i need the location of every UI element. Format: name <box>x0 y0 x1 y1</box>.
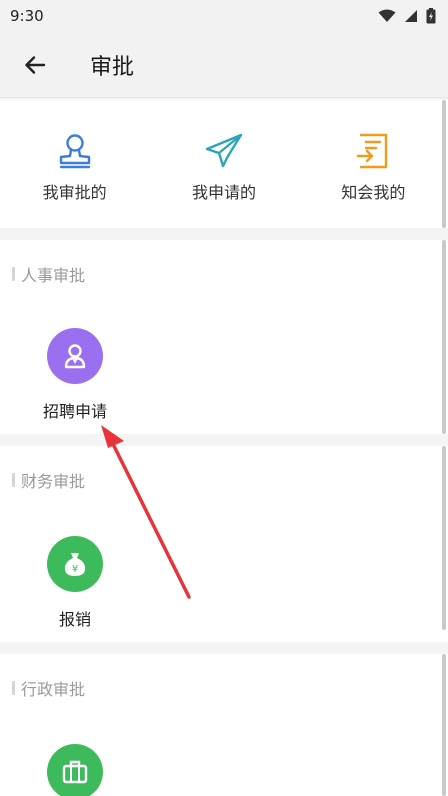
app-reimbursement[interactable]: ¥ 报销 <box>30 536 120 630</box>
quick-action-my-applications[interactable]: 我申请的 <box>149 125 298 203</box>
section-finance-approval: 财务审批 ¥ 报销 <box>0 446 448 642</box>
quick-actions-card: 我审批的 我申请的 知会我的 <box>0 100 448 228</box>
section-marker <box>12 681 15 695</box>
app-label: 报销 <box>58 610 91 629</box>
back-arrow-icon <box>25 55 46 74</box>
app-icon-circle <box>47 328 103 384</box>
scrollbar <box>442 446 446 630</box>
battery-icon <box>426 8 436 24</box>
screen: 9:30 审批 我审批的 我申请的 知会我的 人事审批 招聘申请 财务审批 ¥ … <box>0 0 448 796</box>
quick-action-label: 我审批的 <box>42 183 107 202</box>
status-bar: 9:30 <box>0 0 448 32</box>
scrollbar <box>442 240 446 434</box>
section-title-text: 人事审批 <box>21 266 86 285</box>
app-icon-circle <box>47 744 103 796</box>
quick-action-label: 我申请的 <box>191 183 256 202</box>
section-title: 财务审批 <box>12 468 85 492</box>
app-bar: 审批 <box>0 32 448 98</box>
section-admin-approval: 行政审批 <box>0 654 448 796</box>
section-marker <box>12 473 15 487</box>
section-title: 行政审批 <box>12 676 85 700</box>
paper-plane-icon <box>205 133 243 168</box>
back-button[interactable] <box>20 50 50 80</box>
quick-action-cc-me[interactable]: 知会我的 <box>299 125 448 203</box>
scrollbar <box>442 654 446 796</box>
section-title: 人事审批 <box>12 262 85 286</box>
briefcase-icon <box>62 760 88 784</box>
money-bag-icon: ¥ <box>64 553 86 576</box>
signal-icon <box>405 10 417 22</box>
recruit-person-icon <box>64 344 86 369</box>
page-title: 审批 <box>90 54 135 80</box>
quick-action-label: 知会我的 <box>341 183 406 202</box>
section-title-text: 财务审批 <box>21 472 86 491</box>
app-icon-circle: ¥ <box>47 536 103 592</box>
scrollbar <box>442 100 446 228</box>
section-hr-approval: 人事审批 招聘申请 <box>0 240 448 434</box>
quick-action-my-approvals[interactable]: 我审批的 <box>0 125 149 203</box>
approver-stamp-icon <box>59 134 90 169</box>
section-title-text: 行政审批 <box>21 680 86 699</box>
status-icons <box>378 8 436 24</box>
svg-text:¥: ¥ <box>72 564 78 575</box>
document-forward-icon <box>357 133 388 169</box>
section-marker <box>12 267 15 281</box>
app-recruitment-request[interactable]: 招聘申请 <box>30 328 120 422</box>
wifi-icon <box>378 9 396 22</box>
app-label: 招聘申请 <box>42 402 107 421</box>
app-administration-item[interactable] <box>30 744 120 796</box>
status-time: 9:30 <box>10 7 44 25</box>
